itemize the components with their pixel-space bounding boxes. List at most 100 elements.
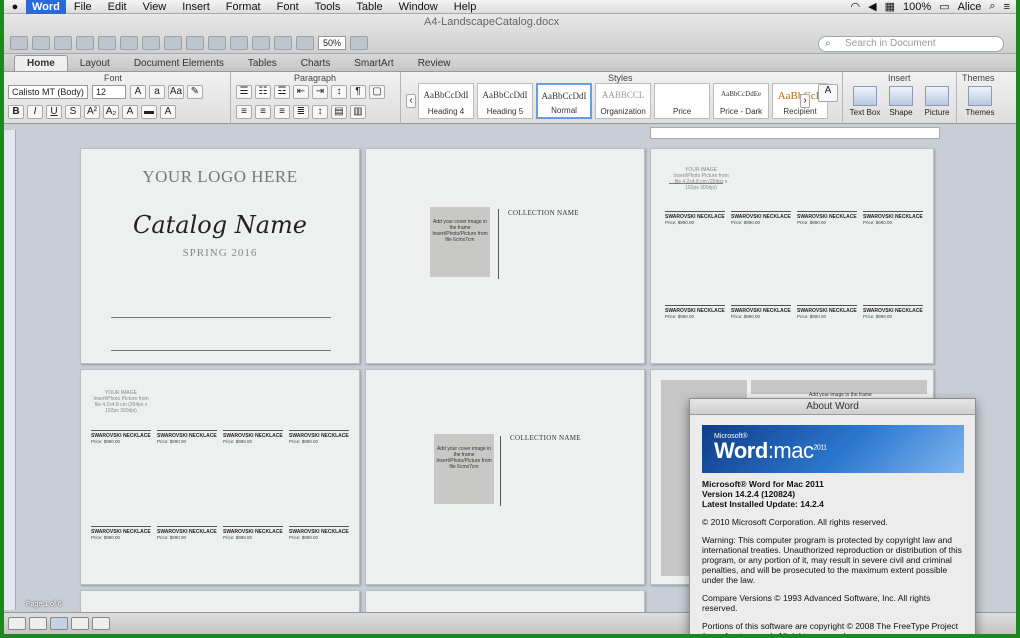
product-card[interactable]: SWAROVSKI NECKLACE Price: $990.00	[289, 430, 349, 444]
borders-icon[interactable]: ▢	[369, 85, 385, 99]
tab-smartart[interactable]: SmartArt	[342, 56, 405, 71]
highlight-icon[interactable]: ▬	[141, 105, 157, 119]
sidebar-icon[interactable]	[274, 36, 292, 50]
paste-icon[interactable]	[164, 36, 182, 50]
menu-file[interactable]: File	[66, 1, 100, 13]
page-products-2[interactable]: YOUR IMAGE Insert/Photo Picture from fil…	[80, 369, 360, 585]
menu-edit[interactable]: Edit	[100, 1, 135, 13]
gallery-icon[interactable]	[296, 36, 314, 50]
redo-icon[interactable]	[230, 36, 248, 50]
columns-icon[interactable]: ▥	[350, 105, 366, 119]
your-image-placeholder[interactable]: YOUR IMAGE Insert/Photo Picture from fil…	[91, 390, 151, 414]
clear-format-icon[interactable]: ✎	[187, 85, 203, 99]
spotlight-icon[interactable]: ⌕	[989, 0, 995, 13]
notebook-view-icon[interactable]	[71, 617, 89, 630]
line-spacing-icon[interactable]: ↕	[312, 105, 328, 119]
flag-icon[interactable]: ▦	[885, 0, 895, 13]
tab-tables[interactable]: Tables	[236, 56, 289, 71]
font-size-select[interactable]: 12	[92, 85, 126, 99]
bullets-icon[interactable]: ☰	[236, 85, 252, 99]
product-card[interactable]: SWAROVSKI NECKLACE Price: $990.00	[157, 526, 217, 540]
cut-icon[interactable]	[120, 36, 138, 50]
product-card[interactable]: SWAROVSKI NECKLACE Price: $990.00	[863, 305, 923, 319]
bold-icon[interactable]: B	[8, 105, 24, 119]
page-products[interactable]: YOUR IMAGE Insert/Photo Picture from fil…	[650, 148, 934, 364]
style-price-dark[interactable]: AaBbCcDdEe Price - Dark	[713, 83, 770, 119]
shading-icon[interactable]: ▤	[331, 105, 347, 119]
justify-icon[interactable]: ≣	[293, 105, 309, 119]
product-card[interactable]: SWAROVSKI NECKLACE Price: $990.00	[797, 305, 857, 319]
numbering-icon[interactable]: ☷	[255, 85, 271, 99]
menu-font[interactable]: Font	[269, 1, 307, 13]
menu-window[interactable]: Window	[391, 1, 446, 13]
publishing-view-icon[interactable]	[92, 617, 110, 630]
menu-view[interactable]: View	[135, 1, 175, 13]
open-icon[interactable]	[54, 36, 72, 50]
page-collection-2[interactable]: Add your cover image in the frame Insert…	[365, 369, 645, 585]
font-color-icon[interactable]: A	[122, 105, 138, 119]
cover-image-placeholder[interactable]: Add your cover image in the frame Insert…	[430, 207, 490, 277]
apple-icon[interactable]: ●	[4, 1, 26, 13]
product-card[interactable]: SWAROVSKI NECKLACE Price: $990.00	[289, 526, 349, 540]
product-card[interactable]: SWAROVSKI NECKLACE Price: $990.00	[863, 211, 923, 225]
your-image-placeholder[interactable]: YOUR IMAGE Insert/Photo Picture from fil…	[671, 167, 731, 191]
align-center-icon[interactable]: ≡	[255, 105, 271, 119]
copy-icon[interactable]	[142, 36, 160, 50]
user-name[interactable]: Alice	[958, 1, 982, 13]
style-organization[interactable]: AABBCCL Organization	[595, 83, 652, 119]
draft-view-icon[interactable]	[8, 617, 26, 630]
product-card[interactable]: SWAROVSKI NECKLACE Price: $990.00	[797, 211, 857, 225]
tab-document-elements[interactable]: Document Elements	[122, 56, 236, 71]
tab-home[interactable]: Home	[14, 55, 68, 71]
product-card[interactable]: SWAROVSKI NECKLACE Price: $990.00	[223, 430, 283, 444]
save-icon[interactable]	[76, 36, 94, 50]
increase-indent-icon[interactable]: ⇥	[312, 85, 328, 99]
align-left-icon[interactable]: ≡	[236, 105, 252, 119]
pilcrow-icon[interactable]	[252, 36, 270, 50]
themes-button[interactable]: Themes	[960, 86, 1000, 117]
style-heading-5[interactable]: AaBbCcDdI Heading 5	[476, 83, 533, 119]
style-heading-4[interactable]: AaBbCcDdI Heading 4	[418, 83, 474, 119]
page-collection[interactable]: Add your cover image in the frame Insert…	[365, 148, 645, 364]
manage-styles-icon[interactable]: A	[818, 84, 838, 102]
print-layout-view-icon[interactable]	[50, 617, 68, 630]
font-name-select[interactable]: Calisto MT (Body)	[8, 85, 88, 99]
tab-review[interactable]: Review	[406, 56, 463, 71]
product-card[interactable]: SWAROVSKI NECKLACE Price: $990.00	[731, 211, 791, 225]
italic-icon[interactable]: I	[27, 105, 43, 119]
page-cover[interactable]: YOUR LOGO HERE Catalog Name SPRING 2016	[80, 148, 360, 364]
text-effects-icon[interactable]: A	[160, 105, 176, 119]
product-card[interactable]: SWAROVSKI NECKLACE Price: $990.00	[665, 305, 725, 319]
insert-text-box-button[interactable]: Text Box	[846, 86, 884, 117]
menu-app-word[interactable]: Word	[26, 0, 66, 14]
volume-icon[interactable]: ◀	[868, 0, 876, 13]
battery-level[interactable]: 100%	[903, 1, 931, 13]
styles-next-icon[interactable]: ›	[800, 94, 810, 108]
sort-icon[interactable]: ↕	[331, 85, 347, 99]
wifi-icon[interactable]: ◠	[851, 0, 861, 13]
outline-view-icon[interactable]	[29, 617, 47, 630]
change-case-icon[interactable]: Aa	[168, 85, 184, 99]
product-card[interactable]: SWAROVSKI NECKLACE Price: $990.00	[223, 526, 283, 540]
menu-insert[interactable]: Insert	[174, 1, 218, 13]
vertical-ruler[interactable]	[4, 130, 16, 610]
horizontal-ruler[interactable]	[650, 127, 940, 139]
help-icon[interactable]	[350, 36, 368, 50]
tab-charts[interactable]: Charts	[289, 56, 342, 71]
product-card[interactable]: SWAROVSKI NECKLACE Price: $990.00	[157, 430, 217, 444]
superscript-icon[interactable]: A²	[84, 105, 100, 119]
zoom-field[interactable]: 50%	[318, 36, 346, 50]
menu-help[interactable]: Help	[446, 1, 485, 13]
menu-table[interactable]: Table	[348, 1, 390, 13]
templates-icon[interactable]	[32, 36, 50, 50]
menu-format[interactable]: Format	[218, 1, 269, 13]
show-marks-icon[interactable]: ¶	[350, 85, 366, 99]
grow-font-icon[interactable]: A	[130, 85, 146, 99]
align-right-icon[interactable]: ≡	[274, 105, 290, 119]
strikethrough-icon[interactable]: S	[65, 105, 81, 119]
new-document-icon[interactable]	[10, 36, 28, 50]
subscript-icon[interactable]: A₂	[103, 105, 119, 119]
product-card[interactable]: SWAROVSKI NECKLACE Price: $990.00	[665, 211, 725, 225]
insert-picture-button[interactable]: Picture	[918, 86, 956, 117]
decrease-indent-icon[interactable]: ⇤	[293, 85, 309, 99]
